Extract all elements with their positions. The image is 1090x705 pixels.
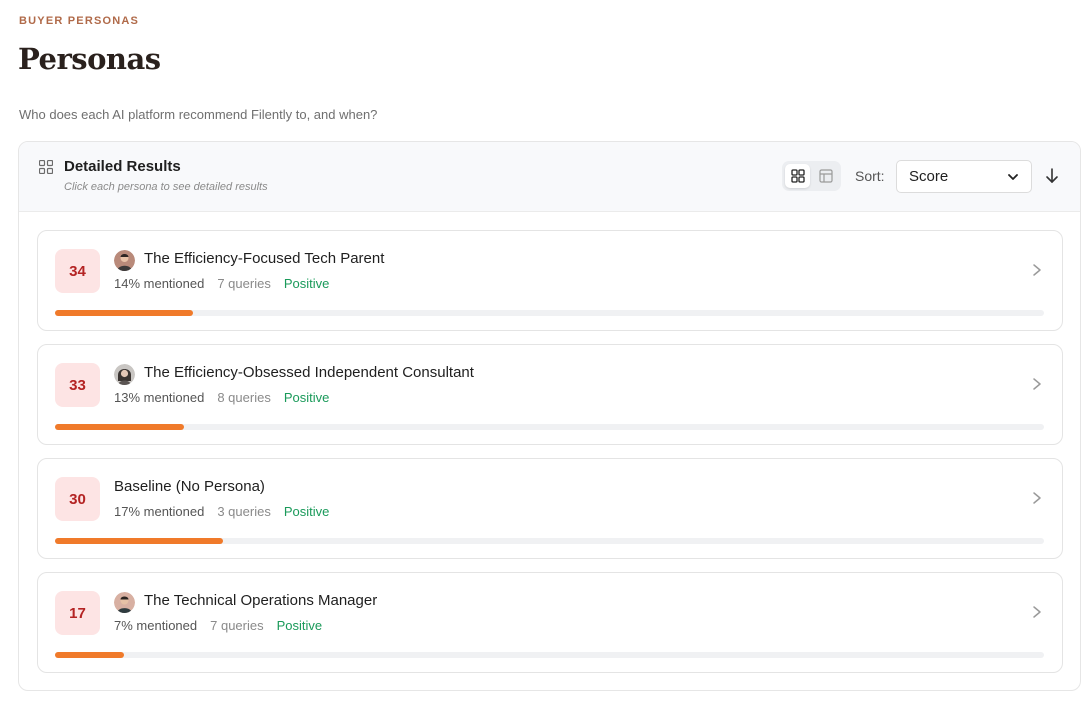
query-count: 7 queries — [217, 276, 271, 291]
page-subtitle: Who does each AI platform recommend File… — [19, 107, 378, 122]
mention-rate: 17% mentioned — [114, 504, 205, 519]
score-badge: 34 — [55, 249, 100, 293]
query-count: 8 queries — [217, 390, 271, 405]
arrow-down-icon[interactable] — [1044, 167, 1060, 185]
sentiment-label: Positive — [283, 276, 330, 291]
panel-title: Detailed Results — [64, 158, 181, 175]
chevron-down-icon — [1008, 173, 1018, 180]
query-count: 7 queries — [210, 618, 264, 633]
panel-hint: Click each persona to see detailed resul… — [64, 181, 268, 193]
progress-track — [55, 538, 1044, 544]
chevron-right-icon — [1033, 606, 1041, 618]
score-badge: 30 — [55, 477, 100, 521]
query-count: 3 queries — [217, 504, 271, 519]
persona-meta: 14% mentioned 7 queries Positive — [114, 276, 329, 291]
page-eyebrow: BUYER PERSONAS — [19, 15, 140, 27]
mention-rate: 7% mentioned — [114, 618, 198, 633]
sentiment-label: Positive — [276, 618, 323, 633]
persona-meta: 13% mentioned 8 queries Positive — [114, 390, 329, 405]
grid-icon — [39, 160, 53, 174]
panel-header: Detailed Results Click each persona to s… — [19, 142, 1080, 212]
sort-label: Sort: — [855, 168, 885, 184]
grid-view-icon — [790, 169, 805, 183]
progress-fill — [55, 310, 194, 316]
chevron-right-icon — [1033, 378, 1041, 390]
results-panel: Detailed Results Click each persona to s… — [18, 141, 1081, 691]
avatar — [114, 364, 135, 385]
view-toggle — [782, 161, 841, 191]
page-title: Personas — [18, 42, 161, 76]
table-view-button[interactable] — [813, 164, 838, 188]
persona-meta: 17% mentioned 3 queries Positive — [114, 504, 329, 519]
progress-fill — [55, 424, 184, 430]
persona-name: The Technical Operations Manager — [144, 592, 378, 609]
progress-track — [55, 424, 1044, 430]
mention-rate: 14% mentioned — [114, 276, 205, 291]
sort-select[interactable]: Score — [896, 160, 1032, 193]
avatar — [114, 250, 135, 271]
persona-card[interactable]: 33 The Efficiency-Obsessed Independent C… — [37, 344, 1063, 445]
chevron-right-icon — [1033, 492, 1041, 504]
sentiment-label: Positive — [283, 504, 330, 519]
score-badge: 33 — [55, 363, 100, 407]
score-badge: 17 — [55, 591, 100, 635]
sort-select-value: Score — [909, 168, 949, 185]
avatar — [114, 592, 135, 613]
chevron-right-icon — [1033, 264, 1041, 276]
sentiment-label: Positive — [283, 390, 330, 405]
persona-name: The Efficiency-Focused Tech Parent — [144, 250, 385, 267]
progress-fill — [55, 538, 224, 544]
persona-meta: 7% mentioned 7 queries Positive — [114, 618, 322, 633]
persona-name: Baseline (No Persona) — [114, 478, 265, 495]
grid-view-button[interactable] — [785, 164, 810, 188]
persona-card[interactable]: 34 The Efficiency-Focused Tech Parent 14… — [37, 230, 1063, 331]
progress-track — [55, 310, 1044, 316]
mention-rate: 13% mentioned — [114, 390, 205, 405]
progress-fill — [55, 652, 125, 658]
table-view-icon — [818, 169, 833, 183]
progress-track — [55, 652, 1044, 658]
persona-card[interactable]: 30 Baseline (No Persona) 17% mentioned 3… — [37, 458, 1063, 559]
persona-card[interactable]: 17 The Technical Operations Manager 7% m… — [37, 572, 1063, 673]
persona-name: The Efficiency-Obsessed Independent Cons… — [144, 364, 474, 381]
